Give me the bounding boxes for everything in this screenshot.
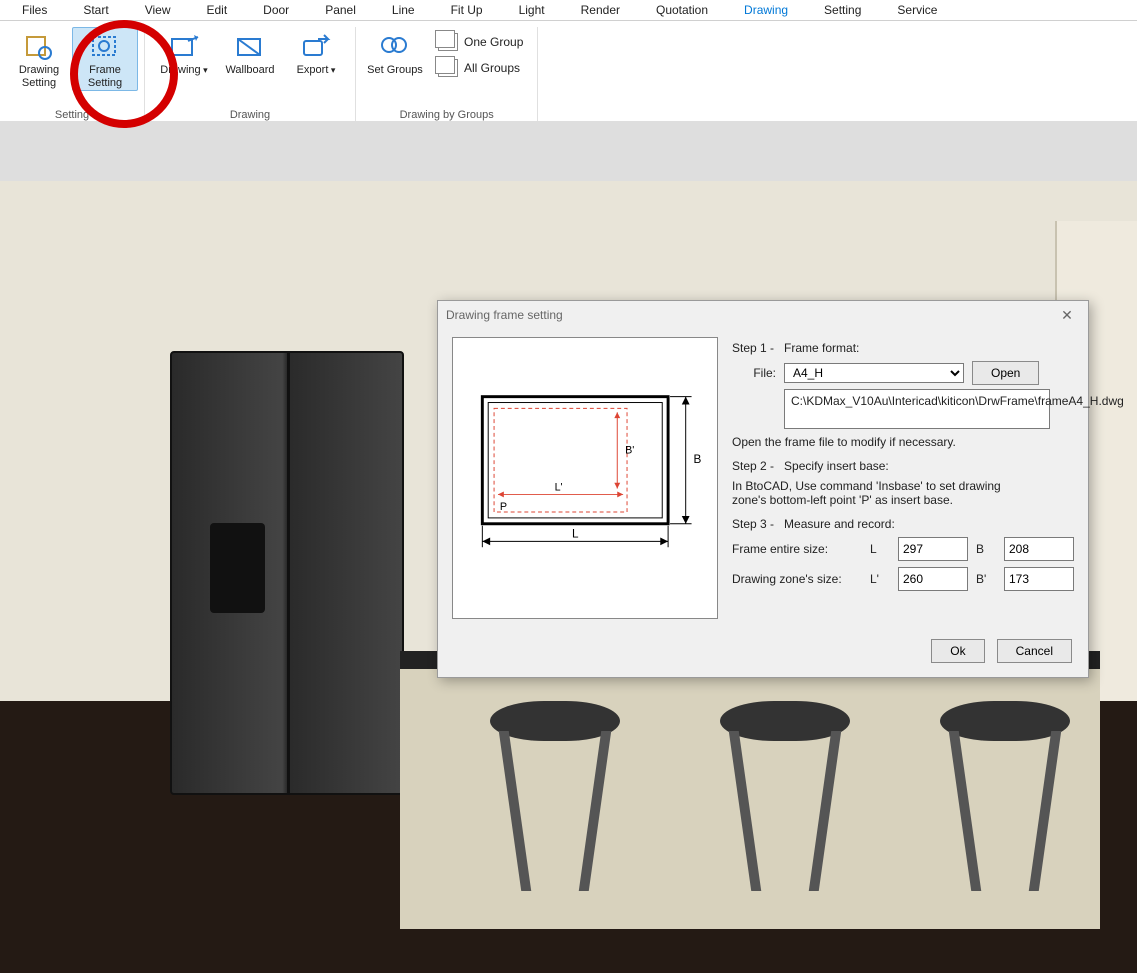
drawing-button[interactable]: Drawing [151, 27, 217, 78]
menu-door[interactable]: Door [245, 0, 307, 20]
dialog-title: Drawing frame setting [446, 308, 563, 322]
menu-start[interactable]: Start [65, 0, 126, 20]
input-B[interactable] [1004, 537, 1074, 561]
label-P: P [500, 501, 507, 513]
all-groups-icon [438, 59, 458, 77]
file-path: C:\KDMax_V10Au\Intericad\kiticon\DrwFram… [784, 389, 1050, 429]
one-group-icon [438, 33, 458, 51]
menu-edit[interactable]: Edit [188, 0, 245, 20]
step2-title: Specify insert base: [784, 459, 889, 473]
menu-render[interactable]: Render [563, 0, 638, 20]
set-groups-label: Set Groups [367, 64, 423, 77]
menu-fit-up[interactable]: Fit Up [433, 0, 501, 20]
drawing-frame-setting-dialog: Drawing frame setting ✕ L' B' [437, 300, 1089, 678]
menu-quotation[interactable]: Quotation [638, 0, 726, 20]
frame-setting-button[interactable]: FrameSetting [72, 27, 138, 91]
wallboard-label: Wallboard [225, 64, 274, 77]
frame-setting-icon [89, 32, 121, 62]
input-Lp[interactable] [898, 567, 968, 591]
ribbon-group-label: Drawing by Groups [356, 109, 537, 121]
label-L: L [572, 527, 579, 540]
step1-title: Frame format: [784, 341, 859, 355]
file-label: File: [732, 366, 776, 380]
label-Bp2: B' [976, 572, 996, 586]
water-dispenser [210, 523, 265, 613]
bar-stool [710, 701, 860, 891]
ribbon-group-setting: DrawingSetting FrameSetting Setting [0, 27, 145, 121]
all-groups-label: All Groups [464, 61, 520, 75]
bar-stool [480, 701, 630, 891]
step2-note: In BtoCAD, Use command 'Insbase' to set … [732, 479, 1012, 507]
export-label: Export [297, 64, 336, 77]
menu-setting[interactable]: Setting [806, 0, 879, 20]
drawing-label: Drawing [160, 64, 207, 77]
ribbon-group-label: Drawing [145, 109, 355, 121]
label-Lp: L' [555, 482, 563, 494]
open-note: Open the frame file to modify if necessa… [732, 435, 1074, 449]
wallboard-button[interactable]: Wallboard [217, 27, 283, 78]
drawing-setting-icon [23, 32, 55, 62]
menu-panel[interactable]: Panel [307, 0, 374, 20]
label-Bp: B' [625, 444, 634, 456]
input-Bp[interactable] [1004, 567, 1074, 591]
drawing-zone-label: Drawing zone's size: [732, 572, 862, 586]
open-button[interactable]: Open [972, 361, 1039, 385]
drawing-setting-button[interactable]: DrawingSetting [6, 27, 72, 91]
ribbon-group-drawing: Drawing Wallboard Export Drawing [145, 27, 356, 121]
refrigerator [170, 351, 404, 795]
step2-num: Step 2 - [732, 459, 774, 473]
label-Lp2: L' [870, 572, 890, 586]
cancel-button[interactable]: Cancel [997, 639, 1072, 663]
menu-light[interactable]: Light [501, 0, 563, 20]
ribbon: DrawingSettingFrameSettingSettingDrawing… [0, 21, 1137, 128]
step1-num: Step 1 - [732, 341, 774, 355]
all-groups-button[interactable]: All Groups [434, 57, 527, 79]
set-groups-button[interactable]: Set Groups [362, 27, 428, 78]
label-B2: B [976, 542, 996, 556]
drawing-icon [168, 32, 200, 62]
label-L2: L [870, 542, 890, 556]
label-B: B [694, 453, 702, 466]
frame-entire-label: Frame entire size: [732, 542, 862, 556]
file-select[interactable]: A4_H [784, 363, 964, 383]
step3-num: Step 3 - [732, 517, 774, 531]
frame-preview: L' B' P L B [452, 337, 718, 619]
ribbon-group-drawing-by-groups: Set Groups One Group All Groups Drawing by … [356, 27, 538, 121]
wallboard-icon [234, 32, 266, 62]
menu-line[interactable]: Line [374, 0, 433, 20]
export-button[interactable]: Export [283, 27, 349, 78]
one-group-button[interactable]: One Group [434, 31, 527, 53]
step3-title: Measure and record: [784, 517, 895, 531]
drawing-setting-label: DrawingSetting [19, 64, 59, 90]
menu-files[interactable]: Files [4, 0, 65, 20]
menu-bar: FilesStartViewEditDoorPanelLineFit UpLig… [0, 0, 1137, 21]
close-icon[interactable]: ✕ [1054, 305, 1080, 325]
dialog-titlebar[interactable]: Drawing frame setting ✕ [438, 301, 1088, 329]
set-groups-icon [379, 32, 411, 62]
ok-button[interactable]: Ok [931, 639, 984, 663]
ribbon-group-label: Setting [0, 109, 144, 121]
frame-setting-label: FrameSetting [88, 64, 122, 90]
menu-service[interactable]: Service [879, 0, 955, 20]
one-group-label: One Group [464, 35, 523, 49]
menu-view[interactable]: View [127, 0, 189, 20]
menu-drawing[interactable]: Drawing [726, 0, 806, 20]
export-icon [300, 32, 332, 62]
bar-stool [930, 701, 1080, 891]
dialog-right-panel: Step 1 - Frame format: File: A4_H Open C… [732, 337, 1074, 619]
input-L[interactable] [898, 537, 968, 561]
